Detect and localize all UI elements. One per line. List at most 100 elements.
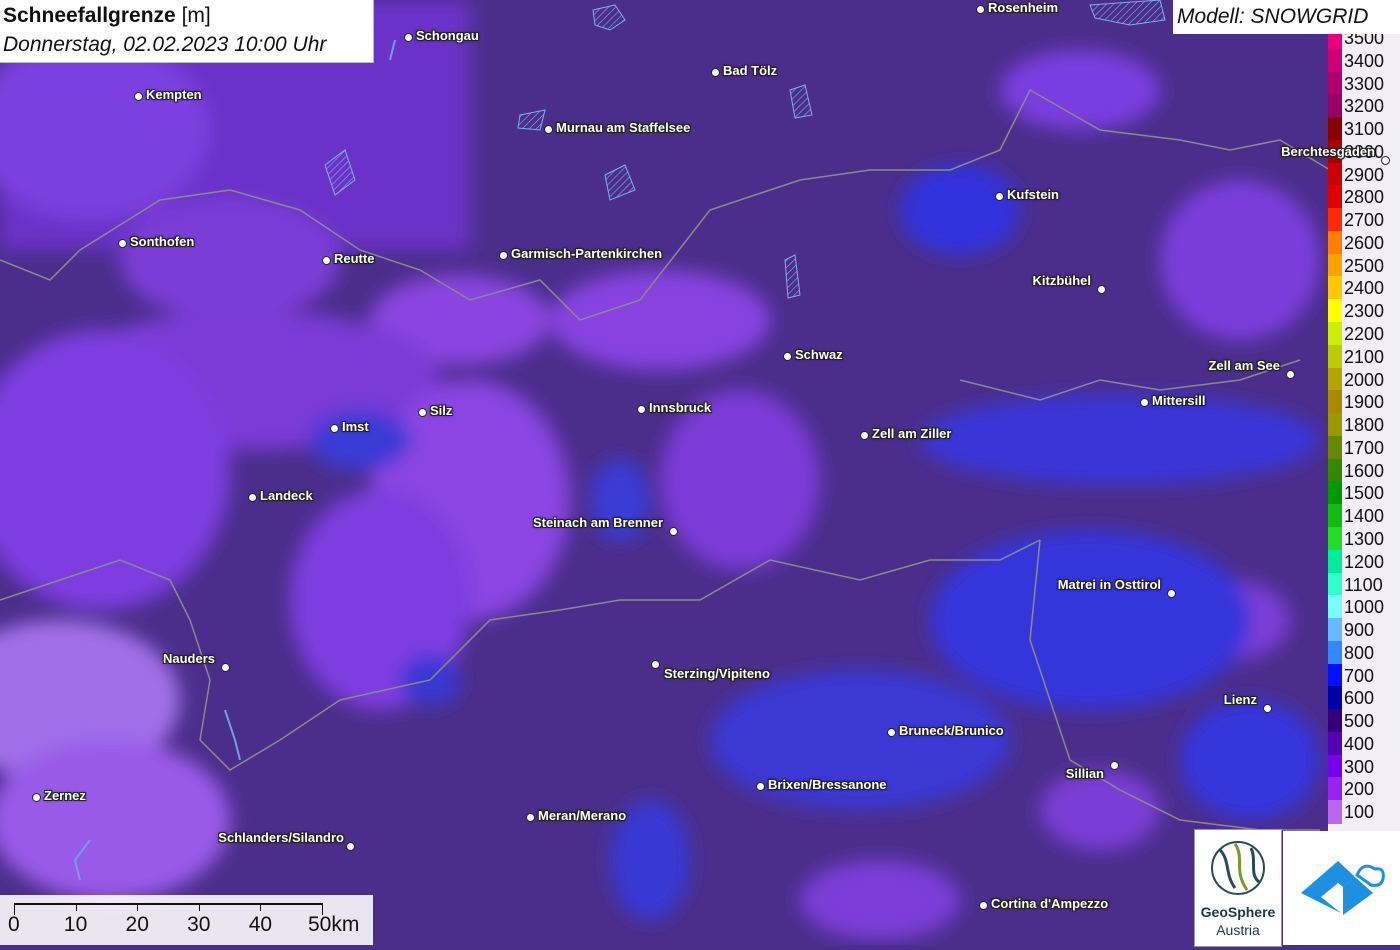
legend-swatch: [1328, 504, 1342, 528]
scale-label: 40: [248, 913, 273, 936]
city-marker[interactable]: [783, 352, 792, 361]
legend-item: 2800: [1328, 185, 1400, 209]
legend-label: 1400: [1344, 506, 1385, 527]
city-label[interactable]: Imst: [342, 419, 369, 434]
legend-item: 1400: [1328, 504, 1400, 528]
city-label[interactable]: Rosenheim: [988, 0, 1058, 15]
city-label[interactable]: Kempten: [146, 87, 202, 102]
legend-label: 900: [1344, 620, 1375, 641]
city-marker[interactable]: [1110, 761, 1119, 770]
city-marker[interactable]: [1167, 589, 1176, 598]
city-label[interactable]: Berchtesgaden: [1281, 144, 1375, 159]
city-marker[interactable]: [499, 251, 508, 260]
legend-swatch: [1328, 754, 1342, 778]
city-label[interactable]: Steinach am Brenner: [533, 515, 663, 530]
city-label[interactable]: Garmisch-Partenkirchen: [511, 246, 662, 261]
city-label[interactable]: Schwaz: [795, 347, 843, 362]
city-marker[interactable]: [860, 431, 869, 440]
legend-swatch: [1328, 367, 1342, 391]
snowline-map[interactable]: [0, 0, 1400, 945]
city-marker[interactable]: [1286, 370, 1295, 379]
city-label[interactable]: Sonthofen: [130, 234, 194, 249]
city-marker[interactable]: [404, 33, 413, 42]
city-label[interactable]: Bruneck/Brunico: [899, 723, 1004, 738]
city-marker[interactable]: [248, 493, 257, 502]
logo-sub: Austria: [1216, 922, 1260, 938]
scale-label: 20: [125, 913, 149, 936]
city-label[interactable]: Zell am Ziller: [872, 426, 951, 441]
city-label[interactable]: Schlanders/Silandro: [218, 830, 344, 845]
city-marker[interactable]: [669, 527, 678, 536]
legend-swatch: [1328, 208, 1342, 232]
legend-swatch: [1328, 640, 1342, 665]
city-label[interactable]: Zell am See: [1208, 358, 1280, 373]
legend-label: 1100: [1344, 574, 1383, 595]
city-marker[interactable]: [526, 813, 535, 822]
legend-item: 2700: [1328, 208, 1400, 232]
city-label[interactable]: Kufstein: [1007, 187, 1059, 202]
city-label[interactable]: Meran/Merano: [538, 808, 626, 823]
city-marker[interactable]: [1097, 285, 1106, 294]
city-marker[interactable]: [979, 901, 988, 910]
legend-label: 1200: [1344, 551, 1385, 572]
city-marker[interactable]: [1381, 156, 1390, 165]
city-label[interactable]: Mittersill: [1152, 393, 1205, 408]
legend-item: 3400: [1328, 48, 1400, 73]
legend-swatch: [1328, 549, 1342, 574]
legend-item: 1900: [1328, 390, 1400, 414]
city-marker[interactable]: [1140, 398, 1149, 407]
legend-swatch: [1328, 686, 1342, 710]
city-label[interactable]: Kitzbühel: [1033, 273, 1092, 288]
legend-swatch: [1328, 299, 1342, 323]
legend-item: 1200: [1328, 549, 1400, 574]
legend-swatch: [1328, 777, 1342, 801]
city-label[interactable]: Cortina d'Ampezzo: [991, 896, 1108, 911]
city-marker[interactable]: [995, 192, 1004, 201]
city-label[interactable]: Lienz: [1224, 692, 1257, 707]
city-marker[interactable]: [1263, 704, 1272, 713]
city-label[interactable]: Reutte: [334, 251, 374, 266]
legend-swatch: [1328, 663, 1342, 687]
city-marker[interactable]: [544, 125, 553, 134]
city-label[interactable]: Schongau: [416, 28, 479, 43]
city-marker[interactable]: [637, 405, 646, 414]
city-marker[interactable]: [756, 782, 765, 791]
legend-label: 300: [1344, 756, 1375, 777]
city-marker[interactable]: [221, 663, 230, 672]
city-marker[interactable]: [976, 5, 985, 14]
city-marker[interactable]: [118, 239, 127, 248]
city-label[interactable]: Innsbruck: [649, 400, 711, 415]
legend-swatch: [1328, 230, 1342, 255]
legend-label: 2400: [1344, 278, 1385, 299]
city-label[interactable]: Brixen/Bressanone: [768, 777, 887, 792]
city-marker[interactable]: [651, 660, 660, 669]
scale-tick: [198, 903, 200, 911]
city-label[interactable]: Matrei in Osttirol: [1058, 577, 1161, 592]
city-marker[interactable]: [346, 842, 355, 851]
legend-swatch: [1328, 185, 1342, 209]
city-label[interactable]: Murnau am Staffelsee: [556, 120, 690, 135]
city-marker[interactable]: [711, 68, 720, 77]
city-label[interactable]: Sterzing/Vipiteno: [664, 666, 770, 681]
legend-label: 800: [1344, 642, 1375, 663]
legend-label: 1500: [1344, 483, 1385, 504]
city-label[interactable]: Zernez: [44, 788, 86, 803]
city-label[interactable]: Landeck: [260, 488, 313, 503]
city-label[interactable]: Bad Tölz: [723, 63, 777, 78]
legend-swatch: [1328, 413, 1342, 437]
city-marker[interactable]: [418, 408, 427, 417]
scale-tick: [75, 903, 77, 911]
city-label[interactable]: Sillian: [1066, 766, 1104, 781]
legend-label: 2900: [1344, 164, 1385, 185]
city-label[interactable]: Silz: [430, 403, 452, 418]
legend-item: 100: [1328, 800, 1400, 824]
city-marker[interactable]: [134, 92, 143, 101]
city-marker[interactable]: [887, 728, 896, 737]
city-label[interactable]: Nauders: [163, 651, 215, 666]
legend-label: 2100: [1344, 346, 1385, 367]
legend-swatch: [1328, 322, 1342, 346]
city-marker[interactable]: [322, 256, 331, 265]
city-marker[interactable]: [32, 793, 41, 802]
legend-swatch: [1328, 276, 1342, 300]
city-marker[interactable]: [330, 424, 339, 433]
